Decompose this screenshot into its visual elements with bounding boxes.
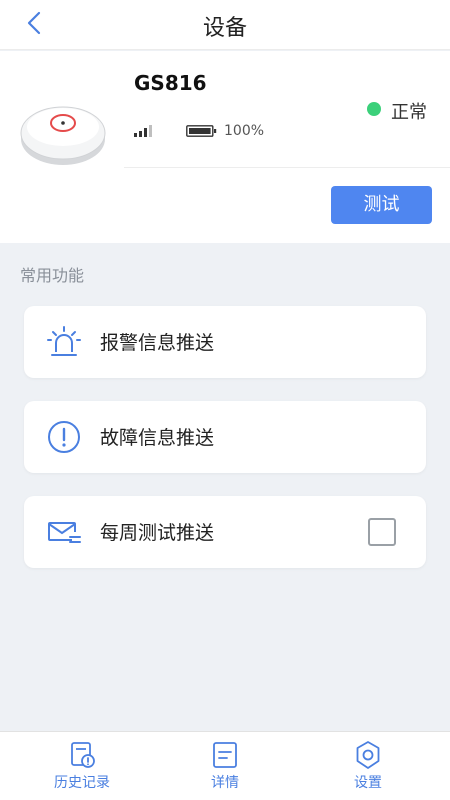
header-bar: 设备 <box>0 0 450 50</box>
envelope-icon <box>48 522 81 543</box>
device-name: GS816 <box>134 71 207 95</box>
tab-settings-label: 设置 <box>354 775 382 791</box>
history-record-icon <box>71 742 95 768</box>
device-card: GS816 100% 正常 测试 <box>0 51 450 243</box>
battery-icon <box>186 125 217 137</box>
alarm-push-label: 报警信息推送 <box>100 332 215 354</box>
tab-history-label: 历史记录 <box>54 775 110 791</box>
status-indicator <box>367 102 381 116</box>
tab-details[interactable]: 详情 <box>150 732 300 800</box>
tab-settings[interactable]: 设置 <box>293 732 443 800</box>
weekly-test-push-item: 每周测试推送 <box>24 496 426 568</box>
page-title: 设备 <box>202 16 247 41</box>
section-label: 常用功能 <box>20 266 85 285</box>
fault-push-item[interactable]: 故障信息推送 <box>24 401 426 473</box>
fault-push-label: 故障信息推送 <box>100 427 215 449</box>
details-icon <box>213 742 237 768</box>
alarm-push-item[interactable]: 报警信息推送 <box>24 306 426 378</box>
tab-history[interactable]: 历史记录 <box>7 732 157 800</box>
bottom-tab-bar: 历史记录 详情 设置 <box>0 731 450 800</box>
gear-icon <box>356 741 380 769</box>
weekly-test-push-label: 每周测试推送 <box>100 522 215 544</box>
smoke-detector-image <box>20 106 106 165</box>
exclamation-circle-icon <box>48 421 80 453</box>
alarm-light-icon <box>47 326 81 356</box>
weekly-test-checkbox[interactable] <box>368 518 396 546</box>
battery-percentage: 100% <box>224 123 265 139</box>
divider <box>124 167 450 168</box>
signal-strength-icon <box>134 125 152 137</box>
tab-details-label: 详情 <box>211 775 239 791</box>
status-text: 正常 <box>391 102 427 123</box>
test-button[interactable]: 测试 <box>331 186 432 224</box>
